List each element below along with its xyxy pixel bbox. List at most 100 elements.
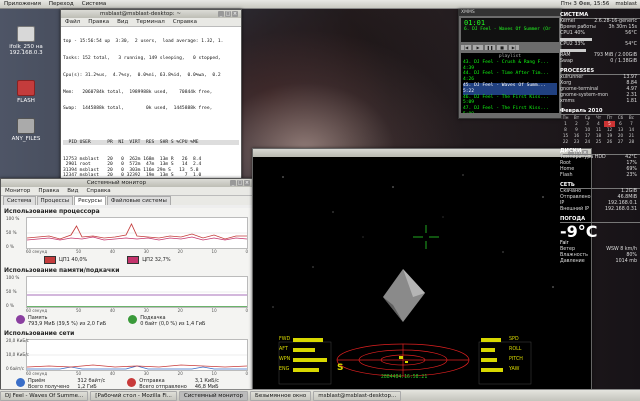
playlist: playlist 43. DJ Feel - Crush & Rang F...…: [461, 53, 559, 113]
menu-edit[interactable]: Правка: [84, 19, 113, 25]
menu-applications[interactable]: Приложения: [0, 1, 45, 7]
desktop-icon-network-share[interactable]: ifolk_250 на 192.168.0.3: [6, 26, 46, 56]
memory-graph: 100 % 50 % 0 %: [6, 275, 248, 308]
cpu2-meter: [560, 49, 587, 52]
pause-icon[interactable]: ❚❚: [485, 45, 495, 50]
stop-icon[interactable]: ■: [497, 45, 507, 50]
playlist-item[interactable]: 46. DJ Feel - The First Kiss... 5:09: [463, 95, 557, 107]
cpu1-color-button[interactable]: [44, 256, 56, 264]
drive-icon: [17, 118, 35, 134]
sysmon-titlebar[interactable]: Системный монитор _ □ ×: [1, 179, 253, 187]
playlist-item[interactable]: 47. DJ Feel - The First Kiss... 5:09: [463, 106, 557, 113]
tab-system[interactable]: Система: [3, 196, 36, 205]
hud-bar-eng: [293, 368, 319, 372]
taskbar-item-player[interactable]: DJ Feel - Waves Of Summe...: [0, 390, 89, 401]
taskbar-item-label: msblast@msblast-desktop...: [318, 392, 397, 399]
conky-key: CPU1 40%: [560, 31, 585, 36]
resources-panel: Использование процессора 100 % 50 % 0 % …: [1, 208, 253, 394]
terminal-titlebar[interactable]: msblast@msblast-desktop: ~ _ □ ×: [61, 10, 241, 18]
x-tick: 10: [211, 249, 217, 254]
y-tick: 0 %: [6, 303, 14, 308]
taskbar-item-sysmon[interactable]: Системный монитор: [178, 390, 249, 401]
menu-help[interactable]: Справка: [82, 188, 114, 194]
clock[interactable]: Птн 3 Фев, 15:56: [558, 1, 613, 7]
playlist-item[interactable]: 43. DJ Feel - Crush & Rang F... 4:39: [463, 60, 557, 72]
taskbar-item-firefox[interactable]: [Рабочий стол - Mozilla Fi...: [90, 390, 177, 401]
game-viewport[interactable]: [253, 157, 589, 387]
tab-processes[interactable]: Процессы: [36, 196, 74, 205]
desktop-icon-label: ANY_FILES: [11, 136, 41, 142]
receive-color-icon[interactable]: [16, 378, 25, 387]
x-tick: 40: [109, 249, 115, 254]
top-header-line: top - 15:56:54 up 3:30, 2 users, load av…: [63, 39, 224, 45]
system-monitor-window: Системный монитор _ □ × Монитор Правка В…: [0, 178, 254, 394]
x-tick: 50: [75, 371, 82, 376]
cpu1-label: ЦП1 40,0%: [59, 257, 88, 263]
maximize-icon[interactable]: □: [237, 180, 243, 186]
menu-system[interactable]: Система: [78, 1, 111, 7]
weather-temperature: -9°C: [560, 222, 598, 241]
user-switcher[interactable]: msblast: [612, 1, 640, 7]
minimize-icon[interactable]: _: [230, 180, 236, 186]
taskbar-item-terminal[interactable]: msblast@msblast-desktop...: [313, 390, 402, 401]
memory-pie-icon[interactable]: [16, 315, 25, 324]
x-tick: 20: [177, 249, 183, 254]
conky-row: Swap 0 / 1.38GiB: [560, 59, 640, 65]
desktop-icon-label: FLASH: [17, 98, 35, 104]
conky-row: CPU2 33% 54°C: [560, 42, 640, 48]
hud-label: PITCH: [509, 357, 523, 362]
y-tick: 0 байт/с: [6, 366, 25, 371]
playlist-item[interactable]: 44. DJ Feel - Time After Tim... 4:26: [463, 71, 557, 83]
menu-help[interactable]: Справка: [169, 19, 201, 25]
conky-key: Внешний IP: [560, 207, 589, 212]
cpu2-color-button[interactable]: [127, 256, 140, 264]
next-icon[interactable]: ▶|: [509, 45, 519, 50]
taskbar-item-game[interactable]: Безымянное окно: [250, 390, 312, 401]
close-icon[interactable]: ×: [244, 180, 250, 186]
conky-key: xmms: [560, 99, 575, 104]
menu-view[interactable]: Вид: [113, 19, 132, 25]
conky-row: Внешний IP 192.168.0.31: [560, 207, 640, 213]
conky-key: CPU2 33%: [560, 42, 585, 47]
menu-places[interactable]: Переход: [45, 1, 78, 7]
x-tick: 50: [75, 249, 82, 254]
send-color-icon[interactable]: [127, 378, 137, 387]
menu-edit[interactable]: Правка: [34, 188, 63, 194]
cpu-section-title: Использование процессора: [4, 208, 100, 215]
player-display: 01:01 6. DJ Feel - Waves Of Summer (Or: [461, 18, 559, 42]
game-titlebar[interactable]: _ □ ×: [253, 149, 591, 157]
top-header-line: Cpu(s): 31.2%us, 4.7%sy, 0.0%ni, 63.8%id…: [63, 72, 221, 78]
tab-resources[interactable]: Ресурсы: [74, 196, 106, 205]
top-header-line: Mem: 2060784k total, 1989988k used, 7084…: [63, 89, 213, 95]
x-tick: 20: [177, 371, 183, 376]
terminal-output[interactable]: top - 15:56:54 up 3:30, 2 users, load av…: [61, 27, 241, 181]
calendar-day: 23: [573, 139, 580, 144]
menu-terminal[interactable]: Терминал: [132, 19, 168, 25]
menu-monitor[interactable]: Монитор: [1, 188, 34, 194]
memory-time-axis: 60 секунд 50 40 30 20 10 0: [26, 308, 248, 313]
menu-view[interactable]: Вид: [63, 188, 82, 194]
close-icon[interactable]: ×: [232, 11, 238, 17]
prev-icon[interactable]: |◀: [461, 45, 471, 50]
tab-filesystems[interactable]: Файловые системы: [106, 196, 171, 205]
desktop-icon-flash[interactable]: FLASH: [6, 80, 46, 104]
x-tick: 40: [109, 308, 115, 313]
taskbar: DJ Feel - Waves Of Summe... [Рабочий сто…: [0, 389, 640, 401]
hud-bar-roll: [481, 348, 495, 352]
cpu1-line: [27, 222, 247, 240]
play-icon[interactable]: ▶: [473, 45, 483, 50]
maximize-icon[interactable]: □: [225, 11, 231, 17]
x-tick: 20: [177, 308, 183, 313]
swap-pie-icon[interactable]: [128, 315, 138, 324]
x-tick: 10: [211, 308, 217, 313]
conky-key: Отправлено: [560, 195, 591, 200]
desktop-icon-any-files[interactable]: ANY_FILES: [6, 118, 46, 142]
minimize-icon[interactable]: _: [218, 11, 224, 17]
menu-file[interactable]: Файл: [61, 19, 84, 25]
player-titlebar[interactable]: XMMS: [459, 10, 561, 16]
hud-bar-wpn: [293, 358, 327, 362]
y-tick: 50 %: [6, 289, 17, 294]
cpu-graph: 100 % 50 % 0 %: [6, 216, 248, 249]
network-time-axis: 60 секунд 50 40 30 20 10 0: [26, 371, 248, 376]
playlist-item[interactable]: 45. DJ Feel - Waves Of Summ... 5:22: [463, 82, 557, 95]
